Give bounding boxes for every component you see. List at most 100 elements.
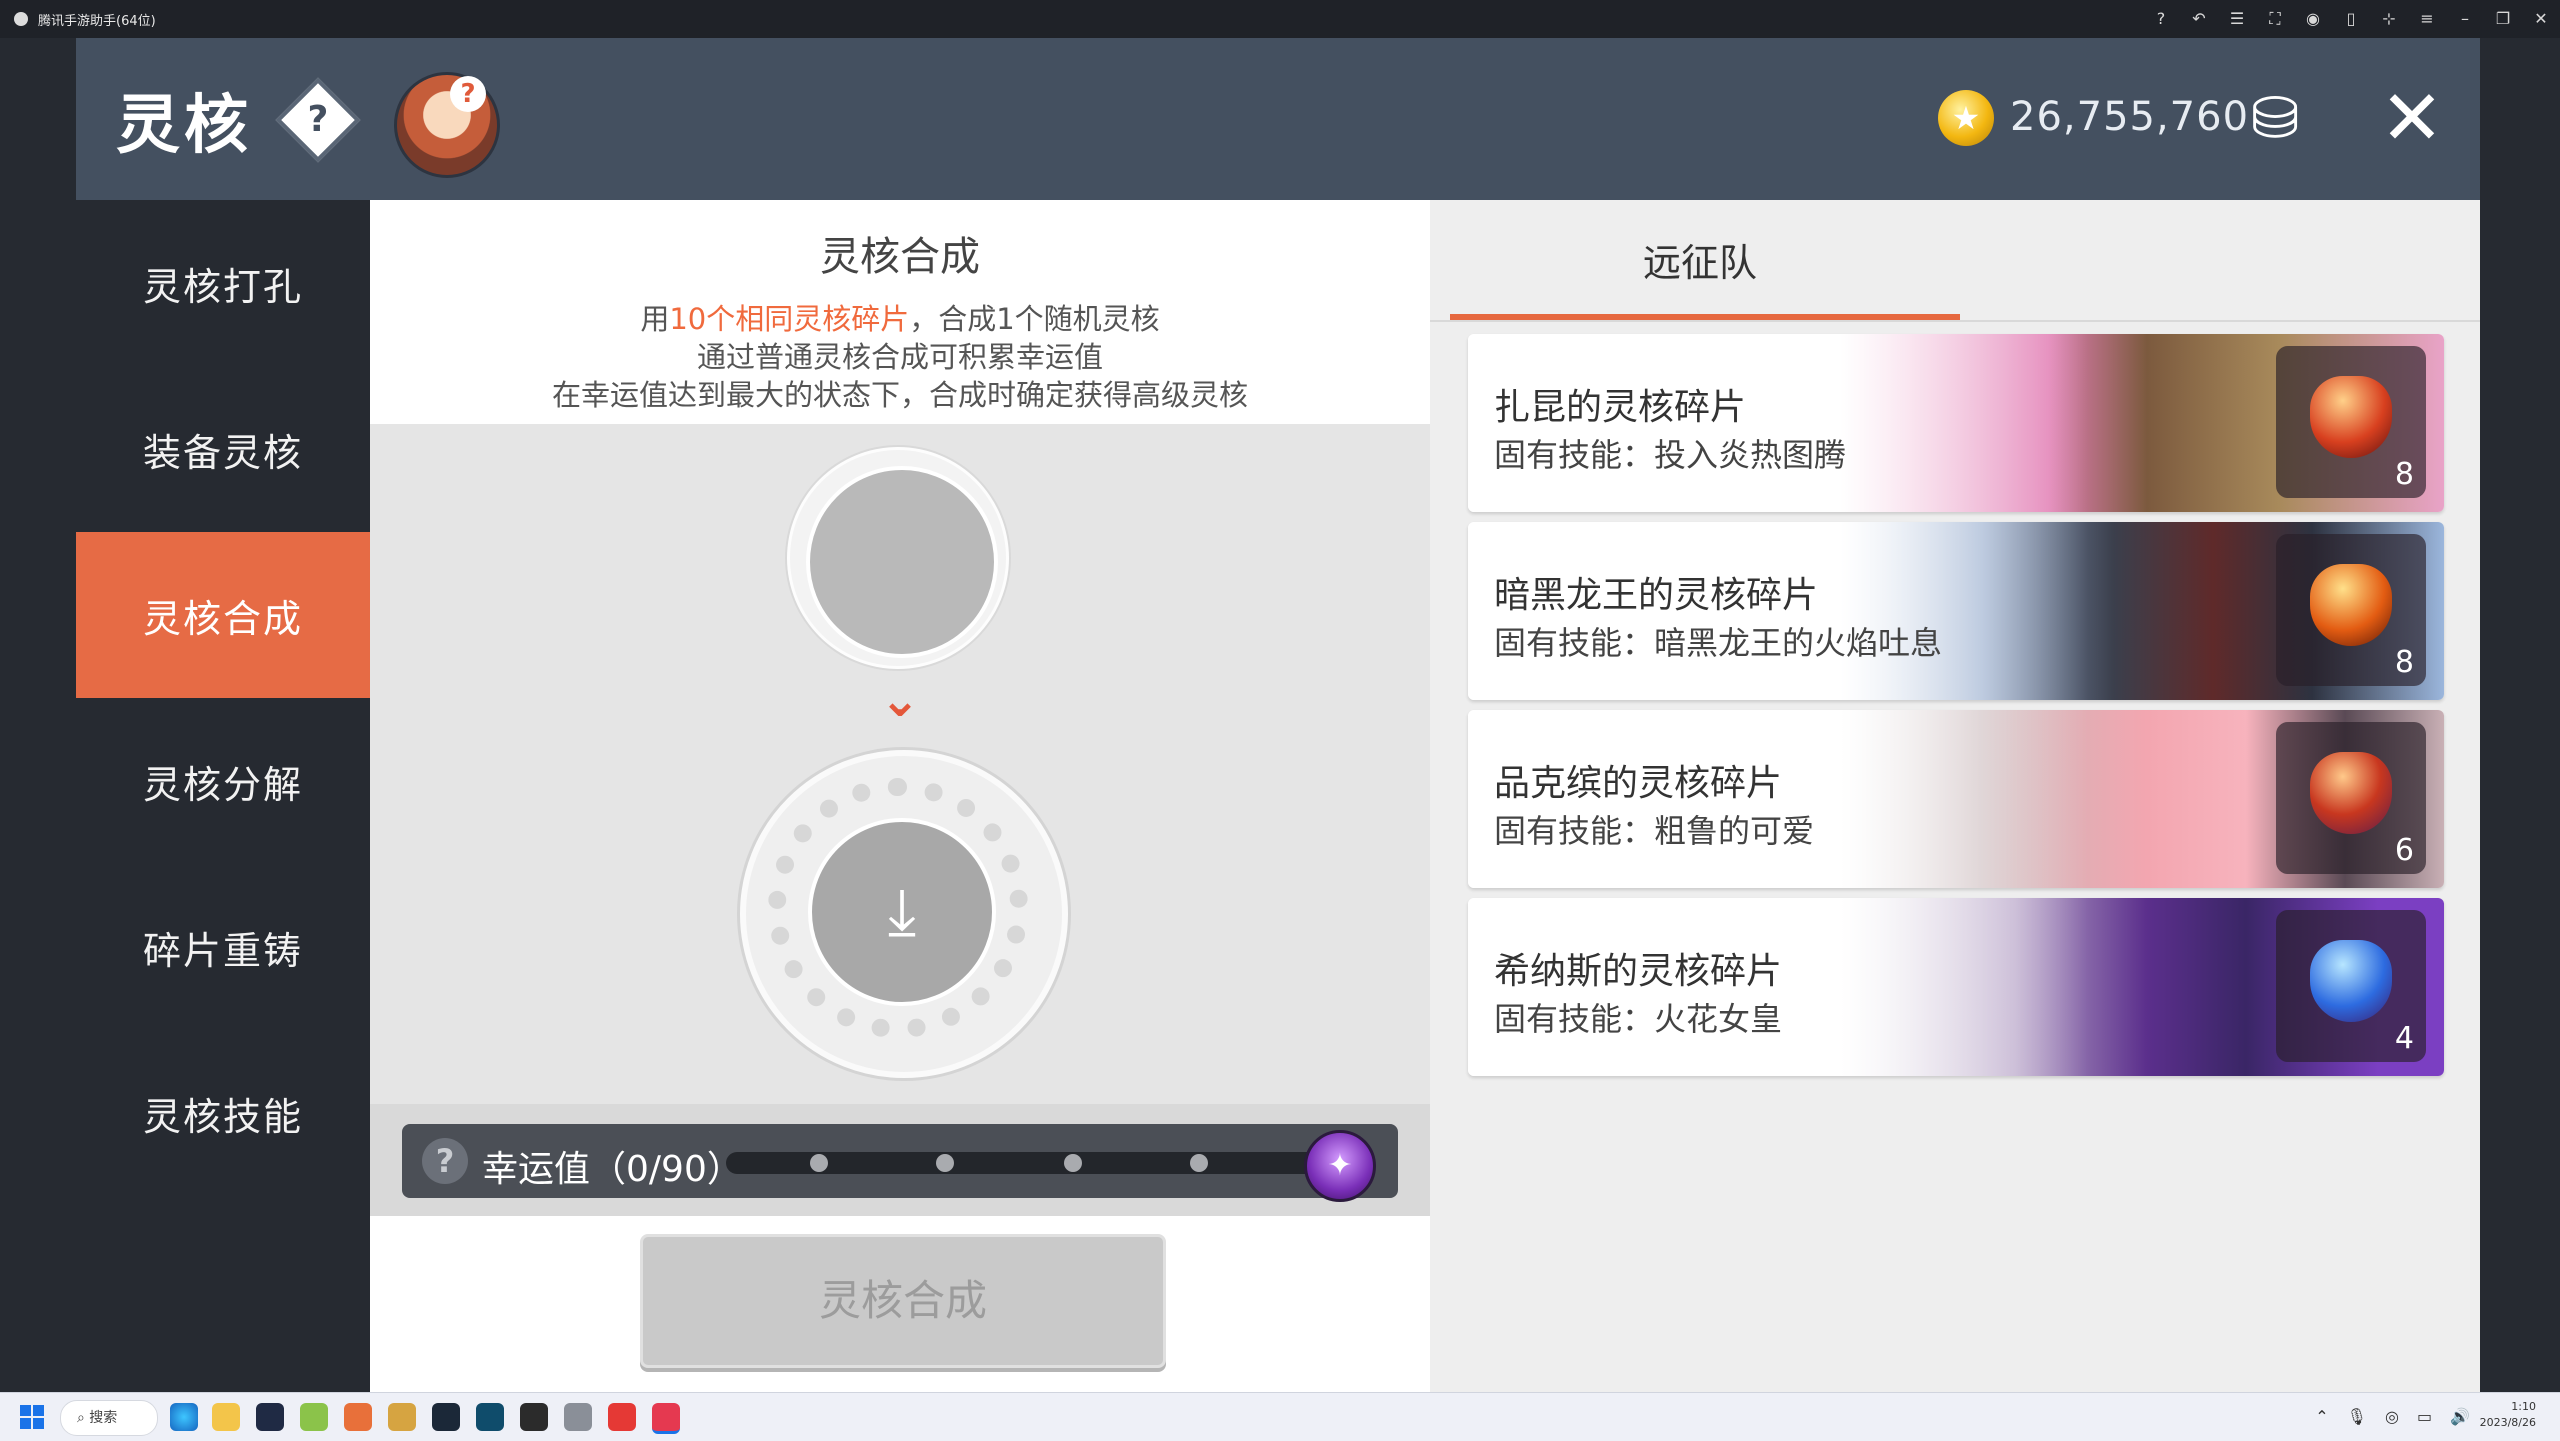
page-title: 灵核 [116,89,252,163]
menu-icon[interactable]: ≡ [2418,10,2436,28]
steam-icon[interactable] [432,1403,460,1431]
fragment-card-zakum[interactable]: 扎昆的灵核碎片 固有技能：投入炎热图腾 8 [1468,334,2444,512]
network-icon[interactable]: ▭ [2417,1407,2432,1426]
meso-coin-icon: ★ [1938,90,1994,146]
fragment-card-pinkbean[interactable]: 品克缤的灵核碎片 固有技能：粗鲁的可爱 6 [1468,710,2444,888]
folder-icon[interactable] [212,1403,240,1431]
synthesis-title: 灵核合成 [820,234,980,280]
synthesize-button[interactable]: 灵核合成 [640,1234,1166,1368]
synthesis-desc-line2: 通过普通灵核合成可积累幸运值 [696,340,1103,374]
sidebar-item-synthesis[interactable]: 灵核合成 [76,532,370,698]
synthesis-desc-line3: 在幸运值达到最大的状态下，合成时确定获得高级灵核 [551,378,1248,412]
luck-milestone-dot [1190,1154,1208,1172]
fullscreen-icon[interactable]: ⛶ [2266,10,2284,28]
luck-milestone-dot [1064,1154,1082,1172]
coin-amount: 26,755,760 [2010,94,2250,140]
mascot-question-badge: ? [450,76,486,112]
app-icon[interactable] [520,1403,548,1431]
help-icon[interactable]: ? [2152,10,2170,28]
fragment-gem-box: 6 [2276,722,2426,874]
minimize-icon[interactable]: – [2456,10,2474,28]
fragment-gem-box: 8 [2276,346,2426,498]
tab-divider [1430,320,2480,322]
app-title-bar: 腾讯手游助手(64位) ? ↶ ☰ ⛶ ◉ ▯ ⊹ ≡ – ❐ ✕ [0,0,2560,38]
blue-gem-icon [2310,940,2392,1022]
edge-icon[interactable] [170,1403,198,1431]
app-logo-icon [14,12,28,26]
synthesis-desc-line1: 用10个相同灵核碎片，合成1个随机灵核 [640,302,1160,336]
fragment-count: 8 [2394,645,2414,680]
app-icon[interactable] [300,1403,328,1431]
sidebar: 灵核打孔 装备灵核 灵核合成 灵核分解 碎片重铸 灵核技能 [76,200,370,1392]
header: 灵核 ? ? ★ 26,755,760 ⛁ ✕ [76,38,2480,200]
volume-icon[interactable]: 🔊 [2450,1407,2470,1426]
luck-label: 幸运值（0/90） [482,1149,743,1190]
question-icon: ? [307,99,329,140]
orange-gem-icon [2310,564,2392,646]
fragment-skill: 固有技能：火花女皇 [1494,1000,1783,1038]
settings-icon[interactable] [564,1403,592,1431]
luck-milestone-dot [936,1154,954,1172]
chevron-down-icon: ⌄ [879,672,921,728]
microphone-icon[interactable]: 🎙 [2347,1407,2367,1426]
fragment-skill: 固有技能：暗黑龙王的火焰吐息 [1494,624,1943,662]
fragment-count: 4 [2394,1021,2414,1056]
app-tray-icon[interactable]: ◎ [2385,1407,2399,1426]
app-window-title: 腾讯手游助手(64位) [38,13,156,29]
luck-milestone-dot [810,1154,828,1172]
fragment-card-cygnus[interactable]: 希纳斯的灵核碎片 固有技能：火花女皇 4 [1468,898,2444,1076]
chevron-up-icon[interactable]: ⌃ [2315,1407,2328,1426]
fragment-count: 8 [2394,457,2414,492]
fragment-gem-box: 8 [2276,534,2426,686]
fragment-name: 暗黑龙王的灵核碎片 [1494,575,1819,616]
pin-icon[interactable]: ⊹ [2380,10,2398,28]
system-tray: ⌃ 🎙 ◎ ▭ 🔊 [2315,1407,2470,1426]
sidebar-item-socket[interactable]: 灵核打孔 [76,200,370,366]
fragment-name: 希纳斯的灵核碎片 [1494,951,1783,992]
desc-highlight: 10个相同灵核碎片 [669,302,910,336]
app-icon[interactable] [476,1403,504,1431]
insert-fragment-slot[interactable]: ⤓ [808,818,996,1006]
sidebar-item-reforge[interactable]: 碎片重铸 [76,864,370,1030]
close-button[interactable]: ✕ [2376,80,2448,156]
tab-expedition[interactable]: 远征队 [1450,200,1950,320]
app-icon[interactable] [388,1403,416,1431]
fragment-list-panel: 远征队 扎昆的灵核碎片 固有技能：投入炎热图腾 8 暗黑龙王的灵核碎片 固有技能… [1430,200,2480,1392]
sidebar-item-decompose[interactable]: 灵核分解 [76,698,370,864]
sidebar-item-skills[interactable]: 灵核技能 [76,1030,370,1196]
app-icon[interactable] [608,1403,636,1431]
clock[interactable]: 1:10 2023/8/26 [2480,1399,2536,1431]
sidebar-item-equip[interactable]: 装备灵核 [76,366,370,532]
synthesis-area: ⌄ ⤓ [370,424,1430,1104]
taskbar-search[interactable]: ⌕ 搜索 [60,1400,158,1436]
terminal-icon[interactable] [256,1403,284,1431]
taskbar: ⌕ 搜索 ⌃ 🎙 ◎ ▭ 🔊 1:10 2023/8/26 [0,1392,2560,1441]
list-icon[interactable]: ☰ [2228,10,2246,28]
title-bar-controls: ? ↶ ☰ ⛶ ◉ ▯ ⊹ ≡ – ❐ ✕ [2152,0,2550,38]
fragment-name: 扎昆的灵核碎片 [1494,387,1747,428]
synthesis-panel: 灵核合成 用10个相同灵核碎片，合成1个随机灵核 通过普通灵核合成可积累幸运值 … [370,200,1430,1392]
fragment-skill: 固有技能：粗鲁的可爱 [1494,812,1815,850]
red-gem-icon [2310,376,2392,458]
tencent-assistant-icon[interactable] [652,1403,680,1434]
window-close-icon[interactable]: ✕ [2532,10,2550,28]
fragment-card-horntail[interactable]: 暗黑龙王的灵核碎片 固有技能：暗黑龙王的火焰吐息 8 [1468,522,2444,700]
insert-icon: ⤓ [887,875,917,949]
fragment-count: 6 [2394,833,2414,868]
game-window: 灵核 ? ? ★ 26,755,760 ⛁ ✕ 灵核打孔 装备灵核 灵核合成 灵… [76,38,2480,1392]
red-purple-gem-icon [2310,752,2392,834]
undo-icon[interactable]: ↶ [2190,10,2208,28]
fragment-skill: 固有技能：投入炎热图腾 [1494,436,1847,474]
coin-exchange-icon[interactable]: ⛁ [2236,82,2314,154]
luck-help-icon[interactable]: ? [422,1138,468,1184]
help-button[interactable]: ? [275,77,361,163]
result-slot [806,466,998,658]
luck-reward-orb-icon[interactable]: ✦ [1304,1130,1376,1202]
fragment-name: 品克缤的灵核碎片 [1494,763,1783,804]
windows-start-icon[interactable] [20,1405,44,1429]
fragment-gem-box: 4 [2276,910,2426,1062]
account-icon[interactable]: ◉ [2304,10,2322,28]
layout-icon[interactable]: ▯ [2342,10,2360,28]
app-icon[interactable] [344,1403,372,1431]
restore-icon[interactable]: ❐ [2494,10,2512,28]
